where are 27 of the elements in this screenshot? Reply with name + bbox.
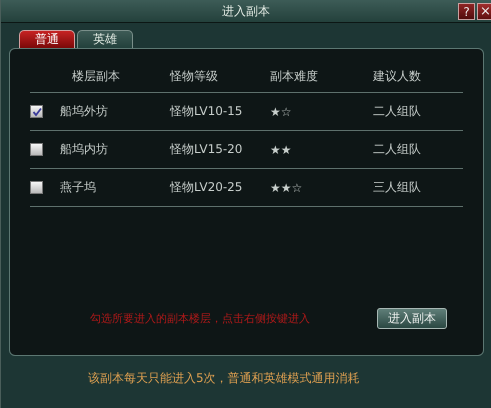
- window-title: 进入副本: [222, 2, 270, 20]
- checkbox[interactable]: [30, 143, 43, 156]
- table-cell-text: 二人组队: [373, 141, 422, 158]
- table-cell-text: 船坞外坊: [60, 103, 109, 120]
- table-cell-text: ★★: [270, 142, 293, 156]
- enter-button[interactable]: 进入副本: [377, 308, 447, 329]
- table-cell-text: 船坞内坊: [60, 141, 109, 158]
- column-header: 副本难度: [270, 68, 319, 85]
- table-cell-text: 怪物LV20-25: [170, 179, 244, 196]
- column-header: 建议人数: [373, 68, 422, 85]
- checkbox[interactable]: [30, 181, 43, 194]
- table-cell-text: ★★☆: [270, 180, 304, 194]
- table-cell-text: 怪物LV15-20: [170, 141, 244, 158]
- column-header: 怪物等级: [170, 68, 219, 85]
- table-cell-text: 二人组队: [373, 103, 422, 120]
- footer-note: 该副本每天只能进入5次，普通和英雄模式通用消耗: [87, 370, 361, 387]
- tab[interactable]: 普通: [19, 30, 75, 48]
- table-cell-text: 怪物LV10-15: [170, 103, 244, 120]
- column-header: 楼层副本: [71, 68, 121, 85]
- close-button[interactable]: ×: [477, 3, 491, 20]
- help-button[interactable]: ?: [458, 3, 475, 20]
- checkbox[interactable]: [30, 105, 43, 118]
- hint-text: 勾选所要进入的副本楼层，点击右侧按键进入: [90, 311, 311, 326]
- tab[interactable]: 英雄: [77, 30, 133, 48]
- table-cell-text: ★☆: [270, 104, 293, 118]
- table-cell-text: 三人组队: [373, 179, 422, 196]
- table-cell-text: 燕子坞: [60, 179, 97, 196]
